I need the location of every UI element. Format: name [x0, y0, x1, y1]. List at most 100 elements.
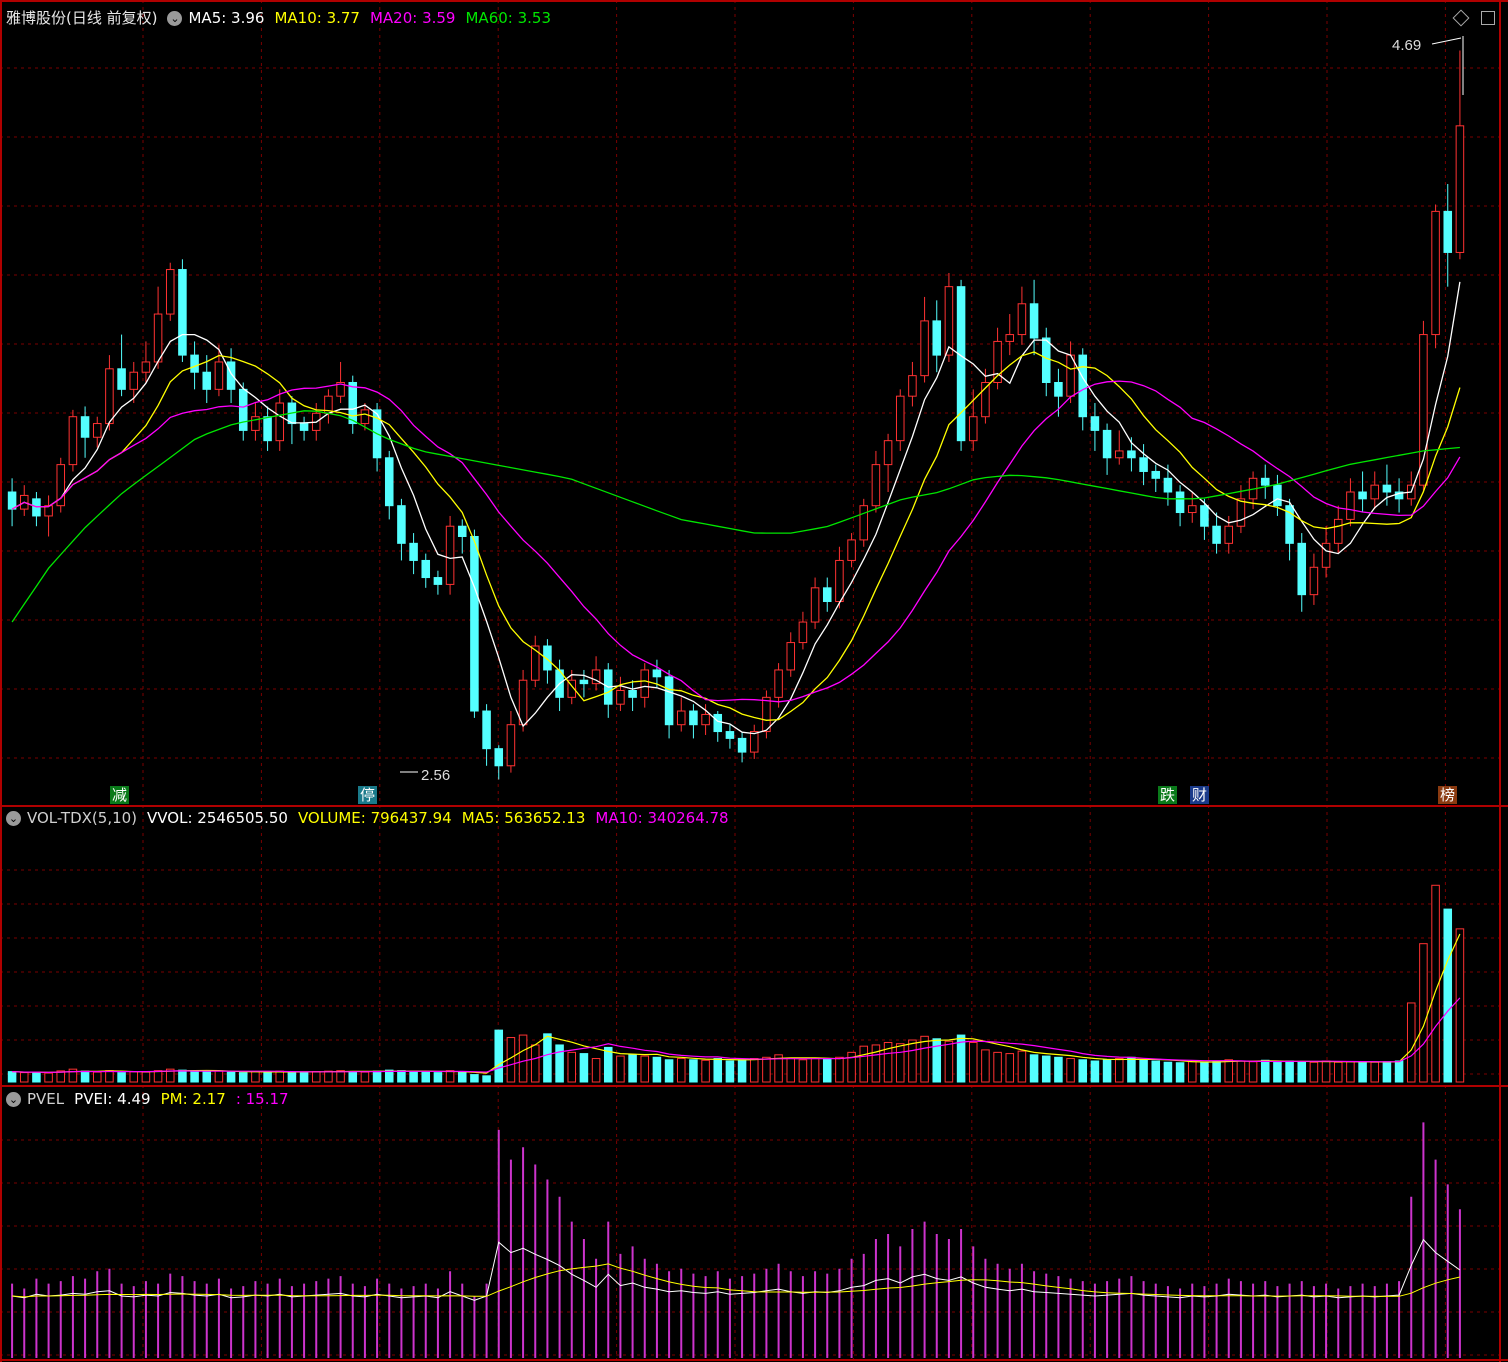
volume-bar	[117, 1072, 126, 1083]
candle-down	[664, 676, 674, 726]
candle-up	[676, 710, 686, 726]
pm-label: PM: 2.17	[160, 1090, 226, 1108]
volume-bar	[190, 1070, 199, 1083]
candle-down	[932, 320, 942, 356]
candle-up	[640, 669, 650, 698]
candle-down	[1175, 491, 1185, 514]
volume-bar	[44, 1072, 53, 1083]
candle-down	[457, 525, 467, 537]
volume-bar	[202, 1071, 212, 1083]
volume-bar	[567, 1051, 577, 1083]
candle-up	[835, 559, 844, 603]
event-tag-cai[interactable]: 财	[1190, 786, 1210, 804]
volume-bar	[664, 1059, 674, 1083]
volume-bar	[1419, 943, 1428, 1083]
volume-bar	[1163, 1061, 1173, 1083]
candle-up	[968, 416, 978, 442]
volume-bar	[92, 1071, 102, 1083]
volume-bar	[1005, 1053, 1015, 1083]
candle-down	[1297, 542, 1307, 596]
volume-bar	[762, 1056, 771, 1083]
candle-up	[153, 313, 163, 363]
volume-bar	[920, 1035, 929, 1083]
volume-bar	[1333, 1061, 1343, 1083]
volume-bar	[579, 1053, 589, 1083]
volume-bar	[1017, 1050, 1027, 1083]
candle-up	[506, 724, 516, 767]
volume-bar	[1066, 1058, 1075, 1083]
candle-up	[944, 286, 954, 356]
event-tag-ting[interactable]: 停	[358, 786, 378, 804]
candle-up	[518, 679, 528, 726]
candle-up	[1419, 334, 1428, 486]
candle-up	[762, 696, 771, 733]
volume-bar	[1382, 1061, 1392, 1083]
candle-down	[1358, 491, 1367, 500]
candle-up	[1309, 566, 1319, 596]
candle-down	[1163, 477, 1173, 493]
volume-bar	[1248, 1061, 1258, 1083]
volume-bar	[1455, 928, 1465, 1083]
window-icon[interactable]	[1481, 11, 1495, 25]
candle-up	[530, 645, 540, 681]
candle-down	[1212, 525, 1221, 544]
volume-bar	[1236, 1060, 1246, 1083]
volume-bar	[141, 1071, 151, 1083]
chevron-down-icon[interactable]: ⌄	[6, 1091, 21, 1107]
candle-down	[1200, 505, 1209, 527]
candle-up	[1333, 518, 1343, 544]
event-tag-die[interactable]: 跌	[1158, 786, 1178, 804]
volume-bar	[348, 1071, 358, 1083]
candle-up	[141, 361, 151, 373]
volume-header: ⌄ VOL-TDX(5,10) VVOL: 2546505.50 VOLUME:…	[6, 808, 739, 828]
volume-bar	[725, 1060, 735, 1083]
volume-bar	[178, 1069, 187, 1083]
volume-bar	[1200, 1061, 1209, 1083]
volume-bar	[324, 1070, 333, 1083]
volume-bar	[263, 1071, 272, 1083]
candle-down	[397, 505, 406, 544]
candle-down	[1127, 450, 1136, 459]
candle-up	[701, 713, 710, 726]
candle-down	[689, 710, 698, 726]
candle-down	[226, 361, 236, 390]
candle-down	[190, 354, 199, 373]
volume-bar	[1151, 1060, 1161, 1083]
event-tag-jian[interactable]: 减	[110, 786, 130, 804]
volume-bar	[543, 1033, 552, 1083]
volume-bar	[421, 1071, 431, 1083]
volume-bar	[1139, 1059, 1148, 1083]
candle-down	[117, 368, 126, 390]
chevron-down-icon[interactable]: ⌄	[6, 810, 21, 826]
candle-down	[263, 416, 272, 442]
candle-up	[786, 642, 796, 671]
candle-down	[628, 689, 637, 698]
candle-down	[494, 748, 504, 767]
candle-down	[433, 577, 443, 585]
volume-bar	[1187, 1061, 1197, 1083]
volume-bar	[1346, 1061, 1355, 1083]
volume-bar	[32, 1071, 41, 1083]
main-header: 雅博股份(日线 前复权) ⌄ MA5: 3.96 MA10: 3.77 MA20…	[6, 8, 561, 28]
volume-bar	[1321, 1060, 1331, 1083]
volume-bar	[737, 1059, 747, 1083]
candle-down	[737, 737, 747, 753]
candle-down	[1382, 484, 1392, 493]
volume-bar	[786, 1058, 796, 1083]
candle-up	[214, 361, 224, 390]
volume-bar	[311, 1071, 321, 1083]
candle-down	[579, 679, 589, 685]
candle-up	[1431, 210, 1440, 336]
volume-bar	[457, 1071, 467, 1083]
candle-down	[202, 371, 212, 390]
volume-bar	[1078, 1059, 1088, 1083]
chevron-down-icon[interactable]: ⌄	[167, 10, 183, 26]
volume-bar	[105, 1070, 114, 1083]
volume-bar	[530, 1044, 540, 1083]
candle-up	[774, 669, 783, 698]
candle-down	[956, 286, 966, 442]
volume-bar	[1041, 1055, 1051, 1083]
event-tag-bang[interactable]: 榜	[1438, 786, 1458, 804]
candle-down	[1054, 381, 1063, 397]
volume-bar	[701, 1059, 710, 1083]
